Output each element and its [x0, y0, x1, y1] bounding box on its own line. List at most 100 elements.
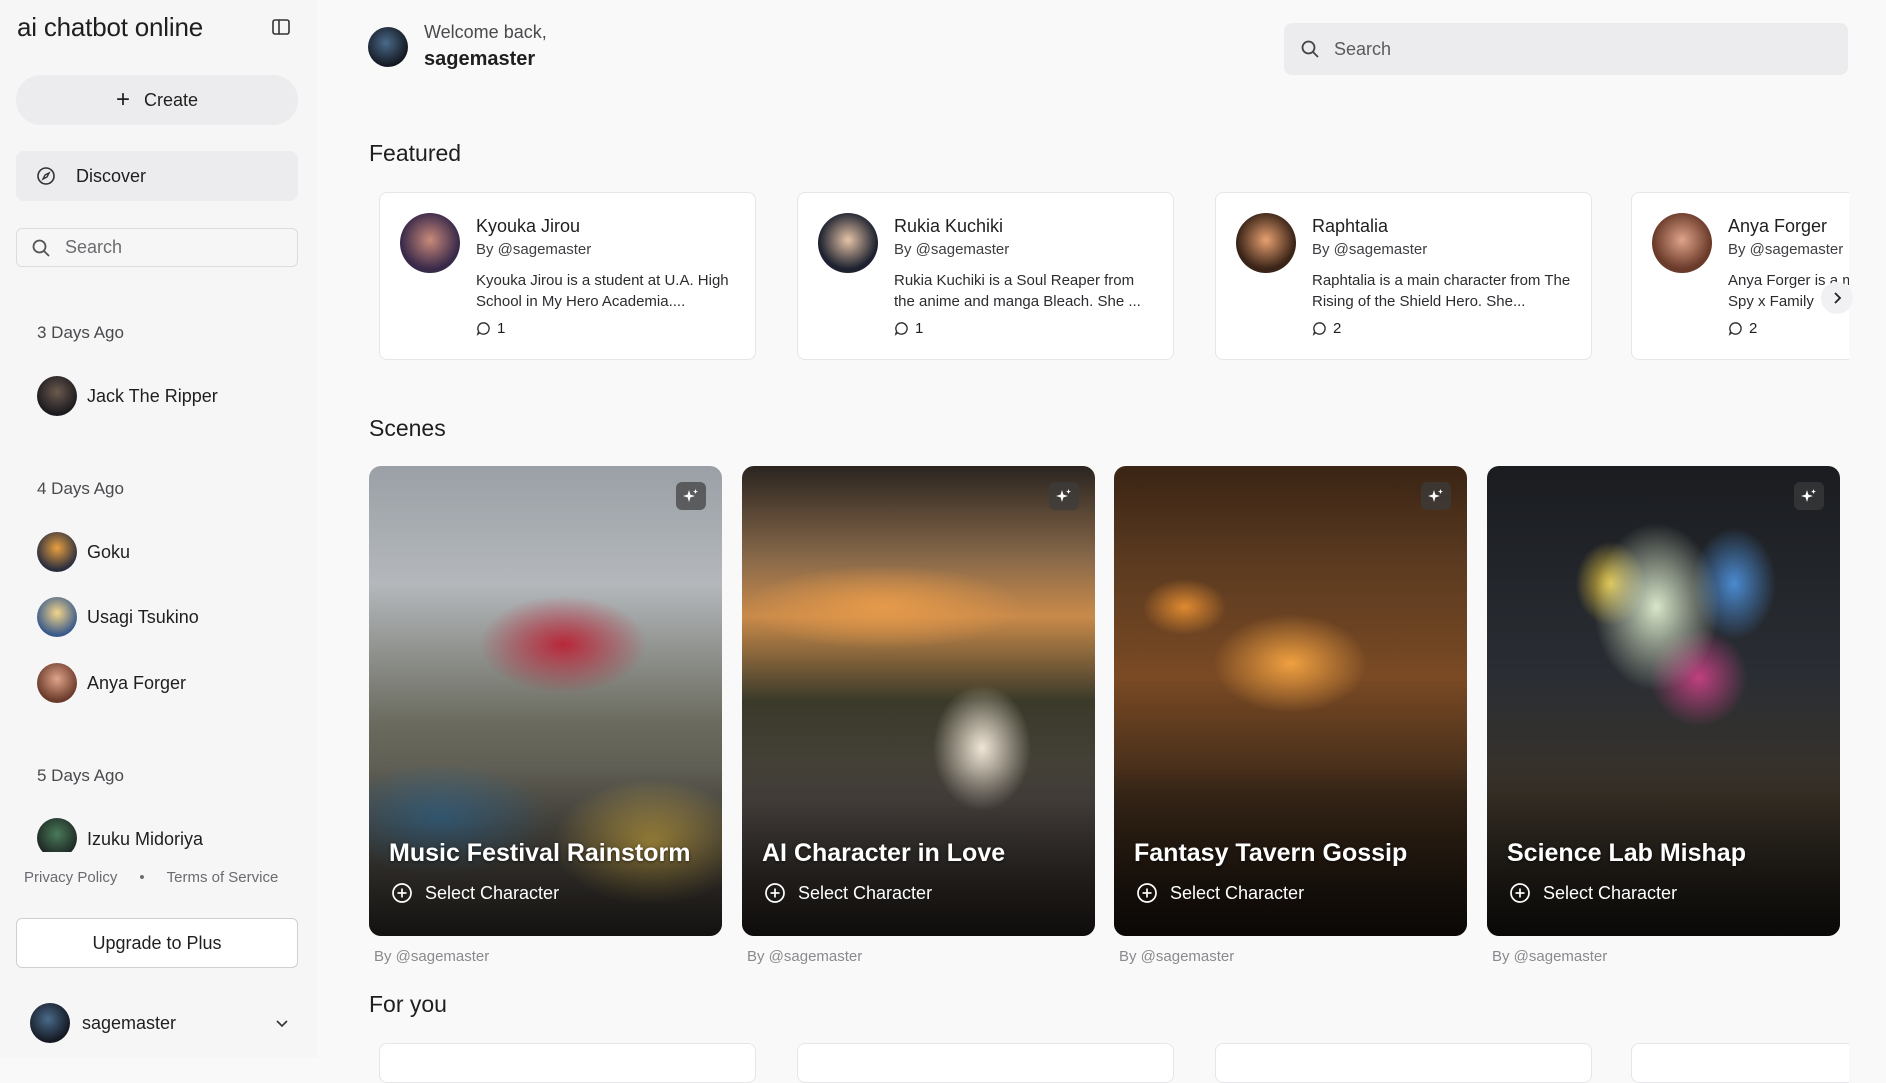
- featured-card-name: Raphtalia: [1312, 216, 1389, 236]
- featured-card-comments: 2: [1728, 320, 1757, 337]
- scene-author: By @sagemaster: [747, 948, 863, 965]
- plus-circle-icon: [1137, 883, 1157, 903]
- select-character-label: Select Character: [1170, 882, 1305, 903]
- featured-card[interactable]: Raphtalia By @sagemaster Raphtalia is a …: [1215, 192, 1592, 360]
- avatar: [368, 27, 408, 67]
- chat-item-anya-forger[interactable]: Anya Forger: [37, 663, 186, 703]
- for-you-card[interactable]: [1215, 1043, 1592, 1083]
- chat-item-goku[interactable]: Goku: [37, 532, 130, 572]
- avatar: [37, 818, 77, 852]
- scene-card[interactable]: Fantasy Tavern Gossip Select Character: [1114, 466, 1467, 936]
- comment-count: 2: [1333, 320, 1342, 337]
- comment-icon: [476, 322, 490, 336]
- chat-item-label: Jack The Ripper: [87, 385, 218, 406]
- sparkle-icon[interactable]: [1794, 482, 1824, 510]
- comment-icon: [1312, 322, 1326, 336]
- comment-icon: [1728, 322, 1742, 336]
- avatar: [37, 376, 77, 416]
- sparkle-icon[interactable]: [1049, 482, 1079, 510]
- scene-author: By @sagemaster: [1492, 948, 1608, 965]
- scene-card[interactable]: AI Character in Love Select Character: [742, 466, 1095, 936]
- history-group-label: 5 Days Ago: [37, 766, 124, 785]
- scene-title: AI Character in Love: [762, 839, 1006, 867]
- avatar: [400, 213, 460, 273]
- featured-card-author: By @sagemaster: [894, 241, 1010, 258]
- featured-card-author: By @sagemaster: [476, 241, 592, 258]
- avatar: [1652, 213, 1712, 273]
- scene-author: By @sagemaster: [1119, 948, 1235, 965]
- chat-item-label: Goku: [87, 541, 131, 562]
- featured-card-description: Kyouka Jirou is a student at U.A. High S…: [476, 272, 729, 310]
- avatar: [37, 597, 77, 637]
- featured-card-description: Rukia Kuchiki is a Soul Reaper from the …: [894, 272, 1141, 310]
- select-character-button[interactable]: Select Character: [391, 882, 559, 904]
- avatar: [37, 663, 77, 703]
- select-character-button[interactable]: Select Character: [1509, 882, 1677, 904]
- chat-item-label: Izuku Midoriya: [87, 829, 204, 849]
- carousel-next-button[interactable]: [1821, 282, 1853, 314]
- app-title: ai chatbot online: [17, 12, 203, 42]
- select-character-button[interactable]: Select Character: [764, 882, 932, 904]
- featured-card-comments: 1: [476, 320, 505, 337]
- scene-title: Science Lab Mishap: [1507, 839, 1746, 867]
- chat-item-izuku-midoriya[interactable]: Izuku Midoriya: [37, 818, 203, 852]
- history-group-label: 3 Days Ago: [37, 323, 124, 342]
- user-menu[interactable]: sagemaster: [30, 1003, 290, 1043]
- plus-icon: +: [115, 86, 130, 113]
- plus-circle-icon: [392, 883, 412, 903]
- privacy-policy-link[interactable]: Privacy Policy: [24, 869, 117, 886]
- avatar: [37, 532, 77, 572]
- select-character-label: Select Character: [1543, 882, 1678, 903]
- chat-item-jack-the-ripper[interactable]: Jack The Ripper: [37, 376, 218, 416]
- for-you-card[interactable]: [1631, 1043, 1849, 1083]
- footer-links: Privacy Policy • Terms of Service: [24, 869, 278, 886]
- create-button[interactable]: + Create: [16, 75, 298, 125]
- comment-icon: [894, 322, 908, 336]
- discover-label: Discover: [76, 165, 147, 186]
- scenes-heading: Scenes: [369, 415, 446, 441]
- select-character-label: Select Character: [798, 882, 933, 903]
- chat-item-label: Anya Forger: [87, 672, 187, 693]
- for-you-heading: For you: [369, 991, 447, 1017]
- scene-title: Fantasy Tavern Gossip: [1134, 839, 1408, 867]
- plus-circle-icon: [765, 883, 785, 903]
- comment-count: 1: [915, 320, 924, 337]
- plus-circle-icon: [1510, 883, 1530, 903]
- scene-title: Music Festival Rainstorm: [389, 839, 691, 867]
- sidebar-search-placeholder: Search: [65, 237, 123, 257]
- avatar: [818, 213, 878, 273]
- chevron-down-icon: [276, 1020, 288, 1028]
- featured-card[interactable]: Rukia Kuchiki By @sagemaster Rukia Kuchi…: [797, 192, 1174, 360]
- upgrade-button[interactable]: Upgrade to Plus: [16, 918, 298, 968]
- scene-card[interactable]: Science Lab Mishap Select Character: [1487, 466, 1840, 936]
- comment-count: 2: [1749, 320, 1758, 337]
- featured-card-author: By @sagemaster: [1728, 241, 1844, 258]
- sidebar-toggle-icon[interactable]: [270, 16, 292, 38]
- featured-card[interactable]: Anya Forger By @sagemaster Anya Forger i…: [1631, 192, 1849, 360]
- terms-of-service-link[interactable]: Terms of Service: [167, 869, 279, 886]
- sidebar-search-input[interactable]: Search: [16, 228, 298, 267]
- compass-icon: [37, 167, 55, 185]
- featured-heading: Featured: [369, 140, 462, 166]
- sparkle-icon[interactable]: [676, 482, 706, 510]
- create-label: Create: [143, 89, 199, 110]
- main-search-input[interactable]: Search: [1284, 23, 1848, 75]
- avatar: [1236, 213, 1296, 273]
- for-you-card[interactable]: [379, 1043, 756, 1083]
- scene-card[interactable]: Music Festival Rainstorm Select Characte…: [369, 466, 722, 936]
- user-name: sagemaster: [82, 1012, 177, 1033]
- chat-item-usagi-tsukino[interactable]: Usagi Tsukino: [37, 597, 199, 637]
- welcome-username: sagemaster: [424, 48, 536, 70]
- search-icon: [1301, 40, 1319, 58]
- sparkle-icon[interactable]: [1421, 482, 1451, 510]
- select-character-button[interactable]: Select Character: [1136, 882, 1304, 904]
- featured-card-name: Kyouka Jirou: [476, 216, 581, 236]
- discover-nav-item[interactable]: Discover: [16, 151, 298, 201]
- welcome-label: Welcome back,: [424, 22, 547, 42]
- featured-card-comments: 1: [894, 320, 923, 337]
- for-you-card[interactable]: [797, 1043, 1174, 1083]
- comment-count: 1: [497, 320, 506, 337]
- history-group-label: 4 Days Ago: [37, 479, 124, 498]
- featured-card-description: Raphtalia is a main character from The R…: [1312, 272, 1571, 310]
- featured-card[interactable]: Kyouka Jirou By @sagemaster Kyouka Jirou…: [379, 192, 756, 360]
